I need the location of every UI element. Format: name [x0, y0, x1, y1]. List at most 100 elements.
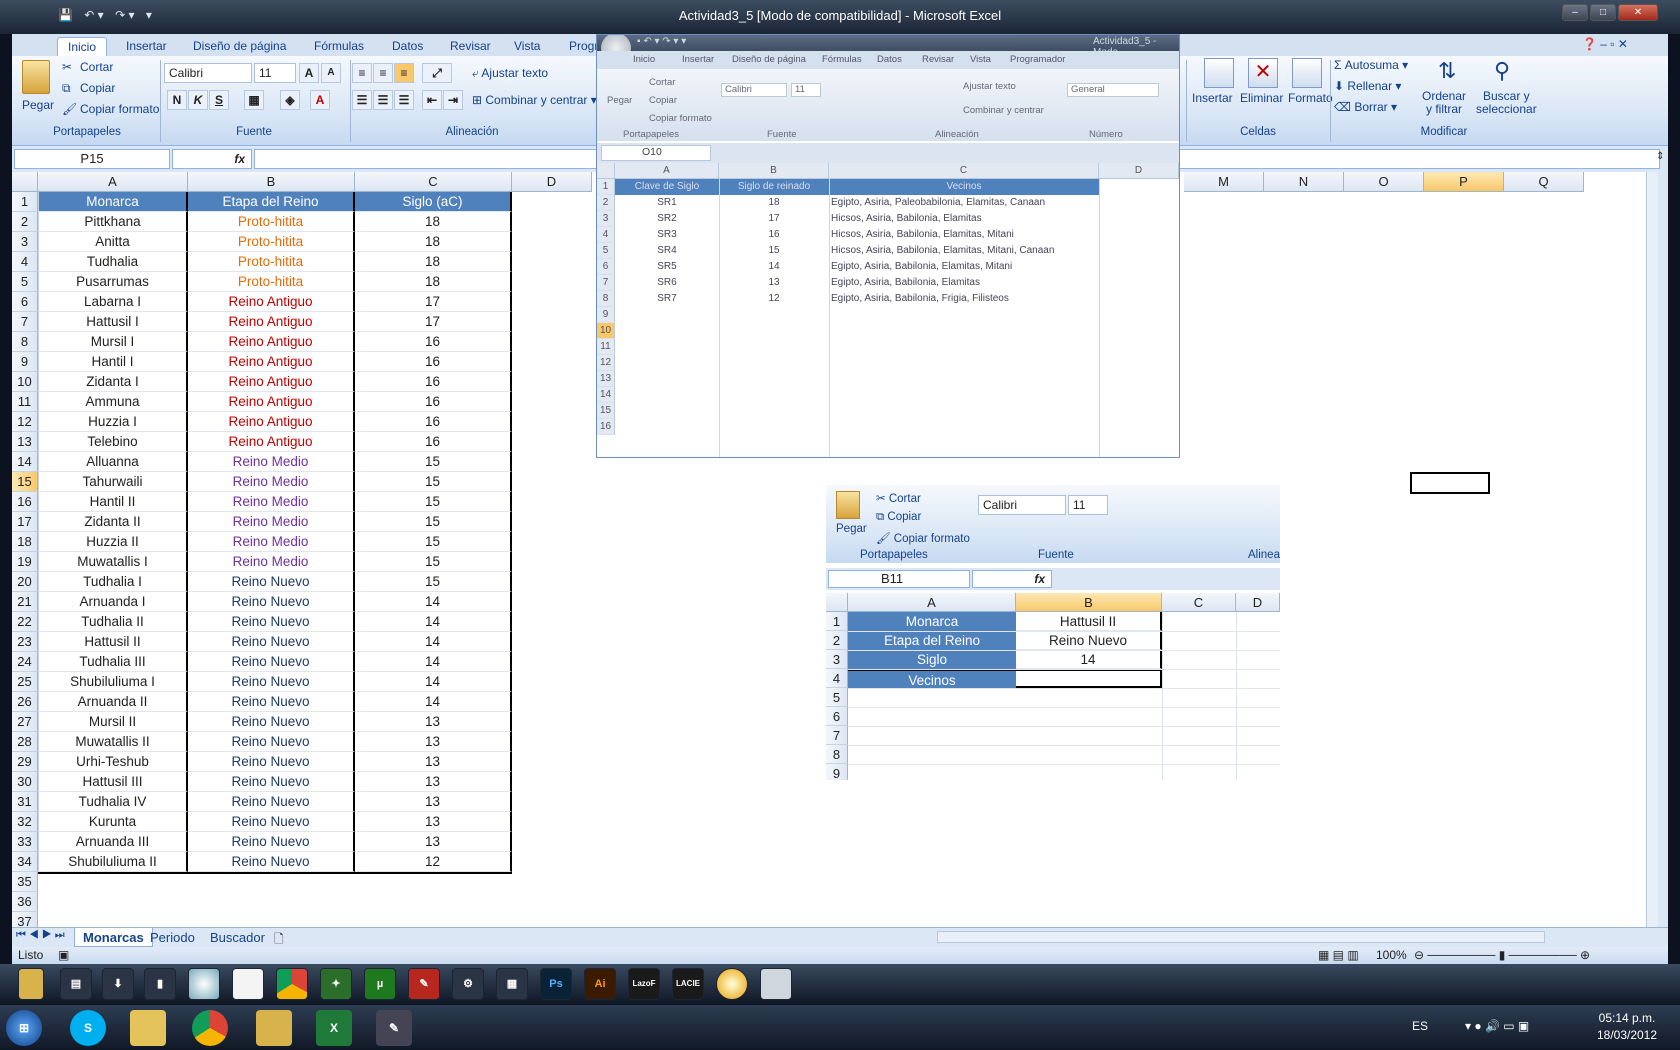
table-cell[interactable]: Reino Medio: [188, 492, 355, 512]
lacie-icon[interactable]: LACIE: [672, 968, 704, 1000]
minimize-button[interactable]: –: [1562, 4, 1588, 21]
table-cell[interactable]: Alluanna: [38, 452, 188, 472]
row-header[interactable]: 1: [826, 612, 848, 631]
maximize-button[interactable]: □: [1590, 4, 1616, 21]
row-header[interactable]: 21: [12, 592, 38, 612]
row-header[interactable]: 7: [12, 312, 38, 332]
column-header[interactable]: A: [38, 172, 188, 192]
tab-datos[interactable]: Datos: [382, 37, 433, 56]
table-cell[interactable]: Reino Medio: [188, 532, 355, 552]
ov1-merge[interactable]: Combinar y centrar: [963, 105, 1044, 116]
app-icon[interactable]: ▦: [496, 968, 528, 1000]
row-header[interactable]: 3: [597, 211, 615, 227]
column-header[interactable]: A: [848, 593, 1016, 612]
row-header[interactable]: 3: [826, 650, 848, 669]
column-header[interactable]: D: [512, 172, 592, 192]
italic-button[interactable]: K: [188, 90, 208, 110]
sheet-tab-buscador[interactable]: Buscador: [202, 928, 273, 947]
table-cell[interactable]: Hattusil I: [38, 312, 188, 332]
ov1-tab[interactable]: Insertar: [682, 54, 714, 65]
table-cell[interactable]: Tudhalia I: [38, 572, 188, 592]
row-header[interactable]: 11: [597, 339, 615, 355]
table-cell[interactable]: 13: [719, 275, 829, 291]
row-header[interactable]: 37: [12, 912, 38, 927]
table-cell[interactable]: 14: [719, 259, 829, 275]
table-cell[interactable]: Proto-hitita: [188, 252, 355, 272]
table-cell[interactable]: 14: [355, 612, 512, 632]
row-header[interactable]: 4: [826, 669, 848, 688]
table-cell[interactable]: 16: [355, 352, 512, 372]
table-cell[interactable]: Telebino: [38, 432, 188, 452]
table-cell[interactable]: Reino Nuevo: [188, 712, 355, 732]
table-cell[interactable]: Zidanta I: [38, 372, 188, 392]
column-header[interactable]: A: [615, 163, 719, 179]
ov1-tab[interactable]: Datos: [877, 54, 902, 65]
orientation-icon[interactable]: ⤢: [422, 63, 452, 83]
tab-diseno[interactable]: Diseño de página: [183, 37, 296, 56]
column-header[interactable]: B: [1016, 593, 1162, 612]
table-cell[interactable]: 15: [355, 472, 512, 492]
disc-icon[interactable]: [716, 968, 748, 1000]
decrease-indent-icon[interactable]: ⇤: [422, 90, 442, 110]
chrome-icon[interactable]: [192, 1010, 228, 1046]
excel-taskbar-icon[interactable]: X: [316, 1010, 352, 1046]
fill-color-icon[interactable]: ◈: [280, 90, 300, 110]
tab-vista[interactable]: Vista: [504, 37, 550, 56]
table-cell[interactable]: Shubiluliuma II: [38, 852, 188, 872]
column-header[interactable]: D: [1236, 593, 1280, 612]
select-all-corner[interactable]: [597, 163, 615, 179]
table-cell[interactable]: SR1: [615, 195, 719, 211]
row-header[interactable]: 27: [12, 712, 38, 732]
ov1-cut[interactable]: Cortar: [649, 77, 675, 88]
borders-icon[interactable]: ▦: [244, 90, 264, 110]
table-cell[interactable]: 16: [355, 412, 512, 432]
font-size-combo[interactable]: 11: [254, 63, 296, 83]
table-cell[interactable]: Zidanta II: [38, 512, 188, 532]
column-header[interactable]: D: [1099, 163, 1179, 179]
table-cell[interactable]: Reino Nuevo: [1016, 631, 1162, 650]
row-header[interactable]: 16: [597, 419, 615, 435]
table-cell[interactable]: 18: [355, 272, 512, 292]
row-header[interactable]: 9: [12, 352, 38, 372]
table-cell[interactable]: Arnuanda I: [38, 592, 188, 612]
select-all-corner[interactable]: [12, 172, 38, 192]
table-cell[interactable]: 13: [355, 712, 512, 732]
table-cell[interactable]: SR5: [615, 259, 719, 275]
table-cell[interactable]: Mursil II: [38, 712, 188, 732]
table-cell[interactable]: Reino Nuevo: [188, 732, 355, 752]
table-cell[interactable]: 14: [355, 632, 512, 652]
column-header[interactable]: C: [1162, 593, 1236, 612]
table-cell[interactable]: Proto-hitita: [188, 232, 355, 252]
ov2-format-painter[interactable]: 🖌 Copiar formato: [876, 531, 970, 545]
expand-formula-icon[interactable]: ⇕: [1656, 151, 1664, 162]
table-cell[interactable]: 15: [355, 572, 512, 592]
view-buttons-icon[interactable]: ▦ ▤ ▥: [1318, 948, 1359, 962]
table-cell[interactable]: Reino Nuevo: [188, 592, 355, 612]
ov1-format-painter[interactable]: Copiar formato: [649, 113, 712, 124]
horizontal-scrollbar[interactable]: [937, 931, 1545, 943]
table-cell[interactable]: 14: [1016, 650, 1162, 669]
table-cell[interactable]: Monarca: [38, 192, 188, 212]
table-cell[interactable]: SR2: [615, 211, 719, 227]
row-header[interactable]: 4: [597, 227, 615, 243]
app-icon[interactable]: ✦: [320, 968, 352, 1000]
row-header[interactable]: 16: [12, 492, 38, 512]
table-cell[interactable]: Egipto, Asiria, Babilonia, Elamitas, Mit…: [831, 259, 1101, 275]
row-header[interactable]: 15: [597, 403, 615, 419]
vertical-scrollbar[interactable]: [1646, 172, 1658, 927]
document-icon[interactable]: [232, 968, 264, 1000]
row-header[interactable]: 11: [12, 392, 38, 412]
undo-icon[interactable]: ↶ ▾: [84, 8, 103, 22]
table-cell[interactable]: Etapa del Reino: [188, 192, 355, 212]
table-cell[interactable]: 18: [355, 232, 512, 252]
table-cell[interactable]: Hicsos, Asiria, Babilonia, Elamitas, Mit…: [831, 227, 1101, 243]
ov2-fx[interactable]: fx: [972, 570, 1052, 588]
row-header[interactable]: 13: [12, 432, 38, 452]
lazof-icon[interactable]: LazoF: [628, 968, 660, 1000]
ov1-font-size[interactable]: 11: [791, 83, 821, 97]
table-cell[interactable]: 14: [355, 692, 512, 712]
table-cell[interactable]: Egipto, Asiria, Babilonia, Elamitas: [831, 275, 1101, 291]
ov2-copy[interactable]: ⧉ Copiar: [876, 511, 921, 524]
table-cell[interactable]: 13: [355, 752, 512, 772]
photoshop-icon[interactable]: Ps: [540, 968, 572, 1000]
